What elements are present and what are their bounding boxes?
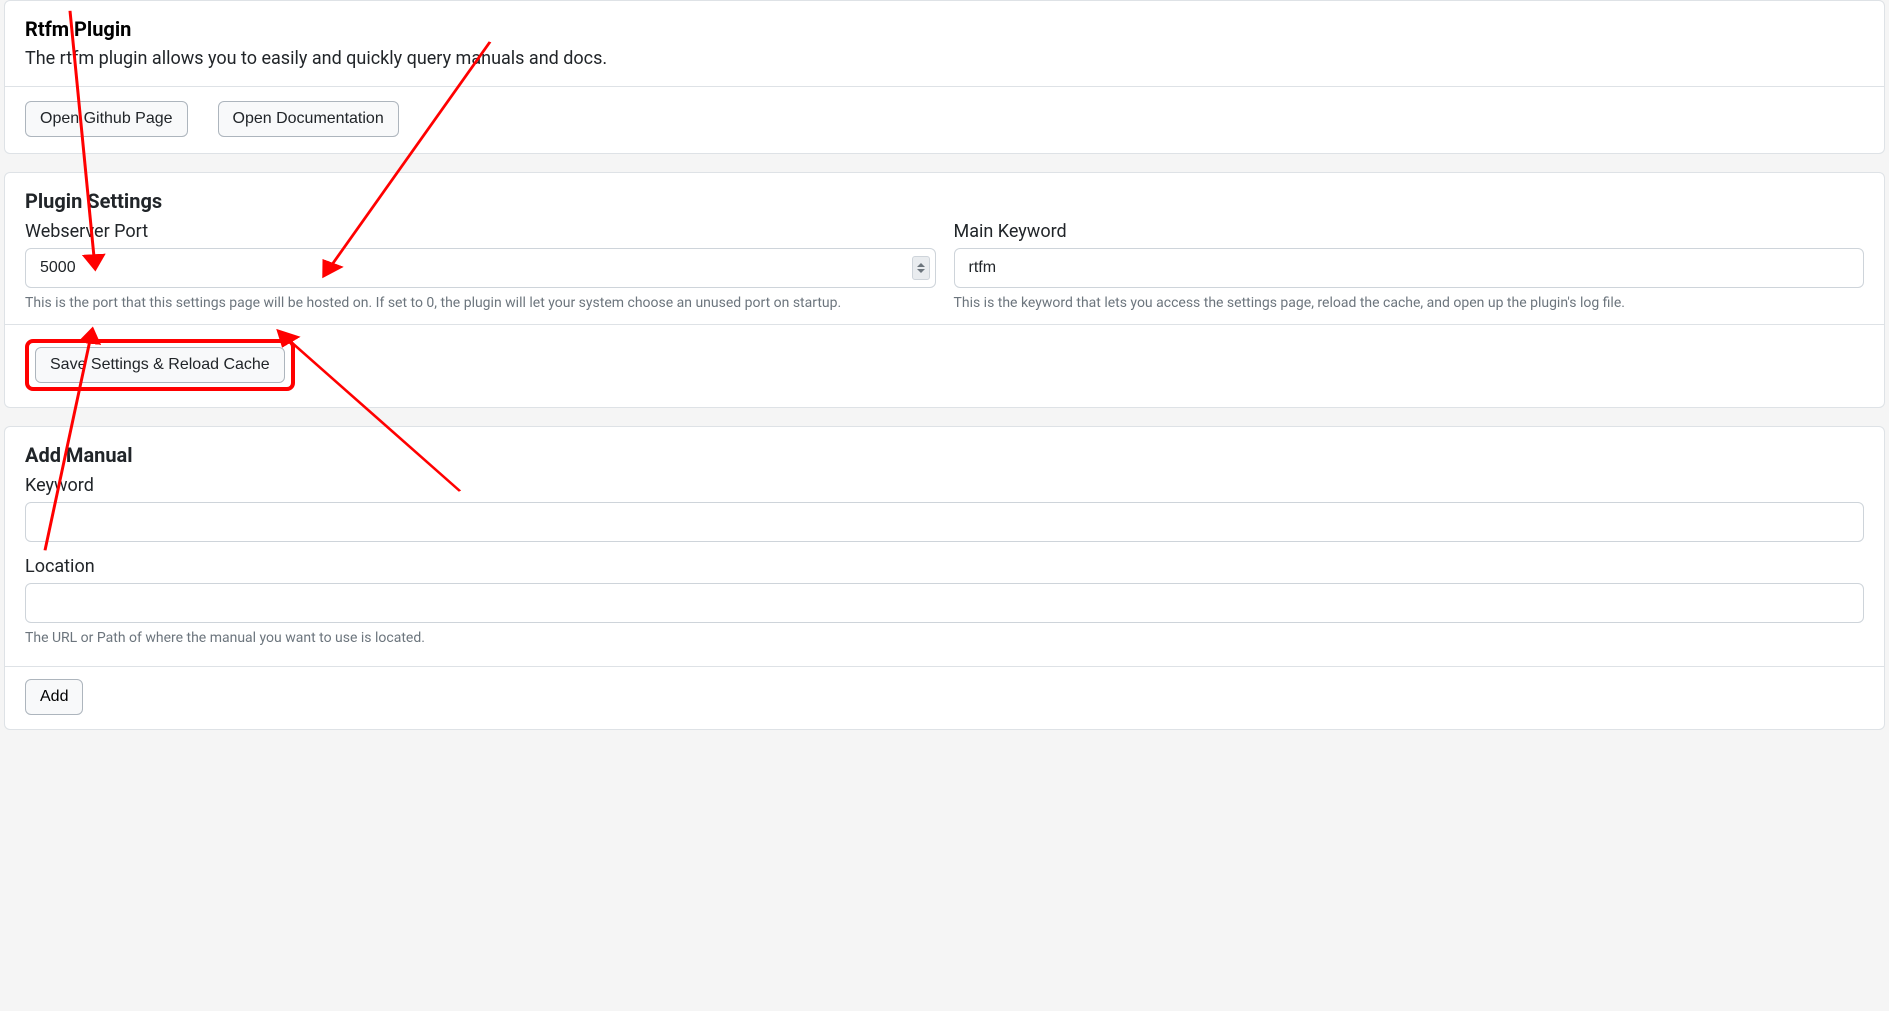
add-manual-keyword-input[interactable] [25, 502, 1864, 542]
add-manual-location-label: Location [25, 556, 1864, 577]
add-manual-location-input[interactable] [25, 583, 1864, 623]
main-keyword-help: This is the keyword that lets you access… [954, 294, 1865, 314]
add-button[interactable]: Add [25, 679, 83, 715]
open-github-button[interactable]: Open Github Page [25, 101, 188, 137]
annotation-highlight-box: Save Settings & Reload Cache [25, 339, 295, 391]
plugin-settings-card: Plugin Settings Webserver Port This is t… [4, 172, 1885, 408]
chevron-up-icon [917, 263, 925, 267]
add-manual-title: Add Manual [25, 443, 1864, 467]
main-keyword-input[interactable] [954, 248, 1865, 288]
webserver-port-spinner[interactable] [912, 256, 930, 280]
save-settings-button[interactable]: Save Settings & Reload Cache [35, 347, 285, 383]
add-manual-card: Add Manual Keyword Location The URL or P… [4, 426, 1885, 731]
add-manual-keyword-label: Keyword [25, 475, 1864, 496]
webserver-port-input[interactable] [25, 248, 936, 288]
plugin-subtitle: The rtfm plugin allows you to easily and… [25, 45, 1864, 72]
plugin-header-card: Rtfm Plugin The rtfm plugin allows you t… [4, 0, 1885, 154]
plugin-settings-title: Plugin Settings [25, 189, 1864, 213]
open-documentation-button[interactable]: Open Documentation [218, 101, 399, 137]
webserver-port-help: This is the port that this settings page… [25, 294, 936, 314]
webserver-port-label: Webserver Port [25, 221, 936, 242]
add-manual-location-help: The URL or Path of where the manual you … [25, 629, 1864, 649]
chevron-down-icon [917, 269, 925, 273]
main-keyword-label: Main Keyword [954, 221, 1865, 242]
plugin-title: Rtfm Plugin [25, 17, 1864, 41]
